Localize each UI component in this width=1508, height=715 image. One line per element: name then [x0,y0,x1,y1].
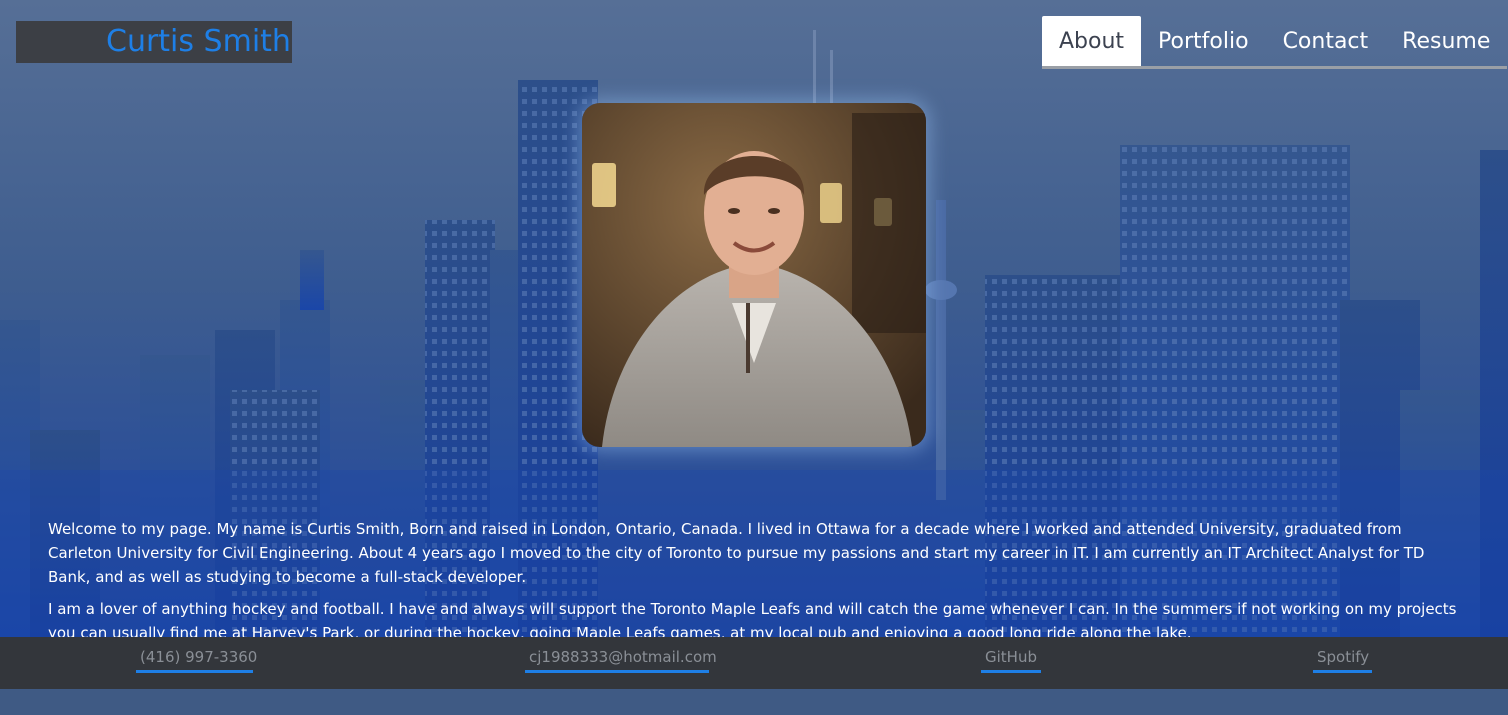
about-paragraph-2: I am a lover of anything hockey and foot… [48,600,1457,637]
nav-tab-portfolio[interactable]: Portfolio [1141,16,1266,66]
footer-spotify-link[interactable]: Spotify [1313,646,1372,673]
profile-photo [582,103,926,447]
about-paragraph-1: Welcome to my page. My name is Curtis Sm… [48,520,1425,586]
footer-phone-link[interactable]: (416) 997-3360 [136,646,257,673]
footer-github-link[interactable]: GitHub [981,646,1041,673]
nav-tab-about[interactable]: About [1042,16,1142,66]
site-brand[interactable]: Curtis Smith [16,21,292,63]
footer: (416) 997-3360 cj1988333@hotmail.com Git… [0,637,1508,689]
main-nav: About Portfolio Contact Resume [1042,16,1508,69]
nav-tab-contact[interactable]: Contact [1266,16,1386,66]
about-section: Welcome to my page. My name is Curtis Sm… [48,517,1458,637]
nav-tab-resume[interactable]: Resume [1385,16,1507,66]
footer-email-link[interactable]: cj1988333@hotmail.com [525,646,717,673]
